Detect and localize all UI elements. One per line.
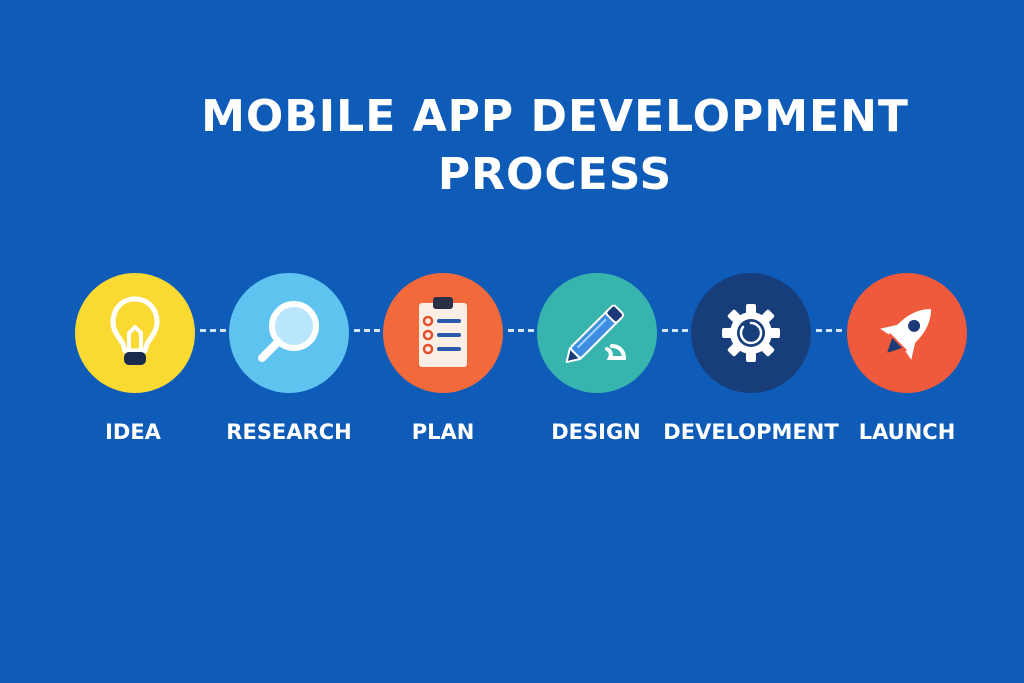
step-circle-design bbox=[537, 273, 657, 393]
rocket-icon bbox=[880, 308, 932, 360]
magnifier-icon bbox=[258, 301, 319, 362]
step-circle-idea bbox=[75, 273, 195, 393]
step-circle-plan bbox=[383, 273, 503, 393]
step-circle-research bbox=[229, 273, 349, 393]
connector-plan-design bbox=[508, 329, 534, 332]
connector-development-launch bbox=[816, 329, 842, 332]
lightbulb-icon bbox=[110, 296, 160, 365]
step-label-launch: LAUNCH bbox=[858, 420, 956, 444]
connector-idea-research bbox=[200, 329, 226, 332]
pen-icon bbox=[565, 304, 627, 364]
title-line-2: PROCESS bbox=[437, 149, 673, 200]
connector-design-development bbox=[662, 329, 688, 332]
clipboard-checklist-icon bbox=[419, 297, 467, 367]
step-circle-development bbox=[691, 273, 811, 393]
title-line-1: MOBILE APP DEVELOPMENT bbox=[201, 91, 909, 142]
gear-icon bbox=[722, 304, 780, 362]
step-circle-launch bbox=[847, 273, 967, 393]
page-title: MOBILE APP DEVELOPMENT PROCESS bbox=[0, 88, 1024, 204]
connector-research-plan bbox=[354, 329, 380, 332]
